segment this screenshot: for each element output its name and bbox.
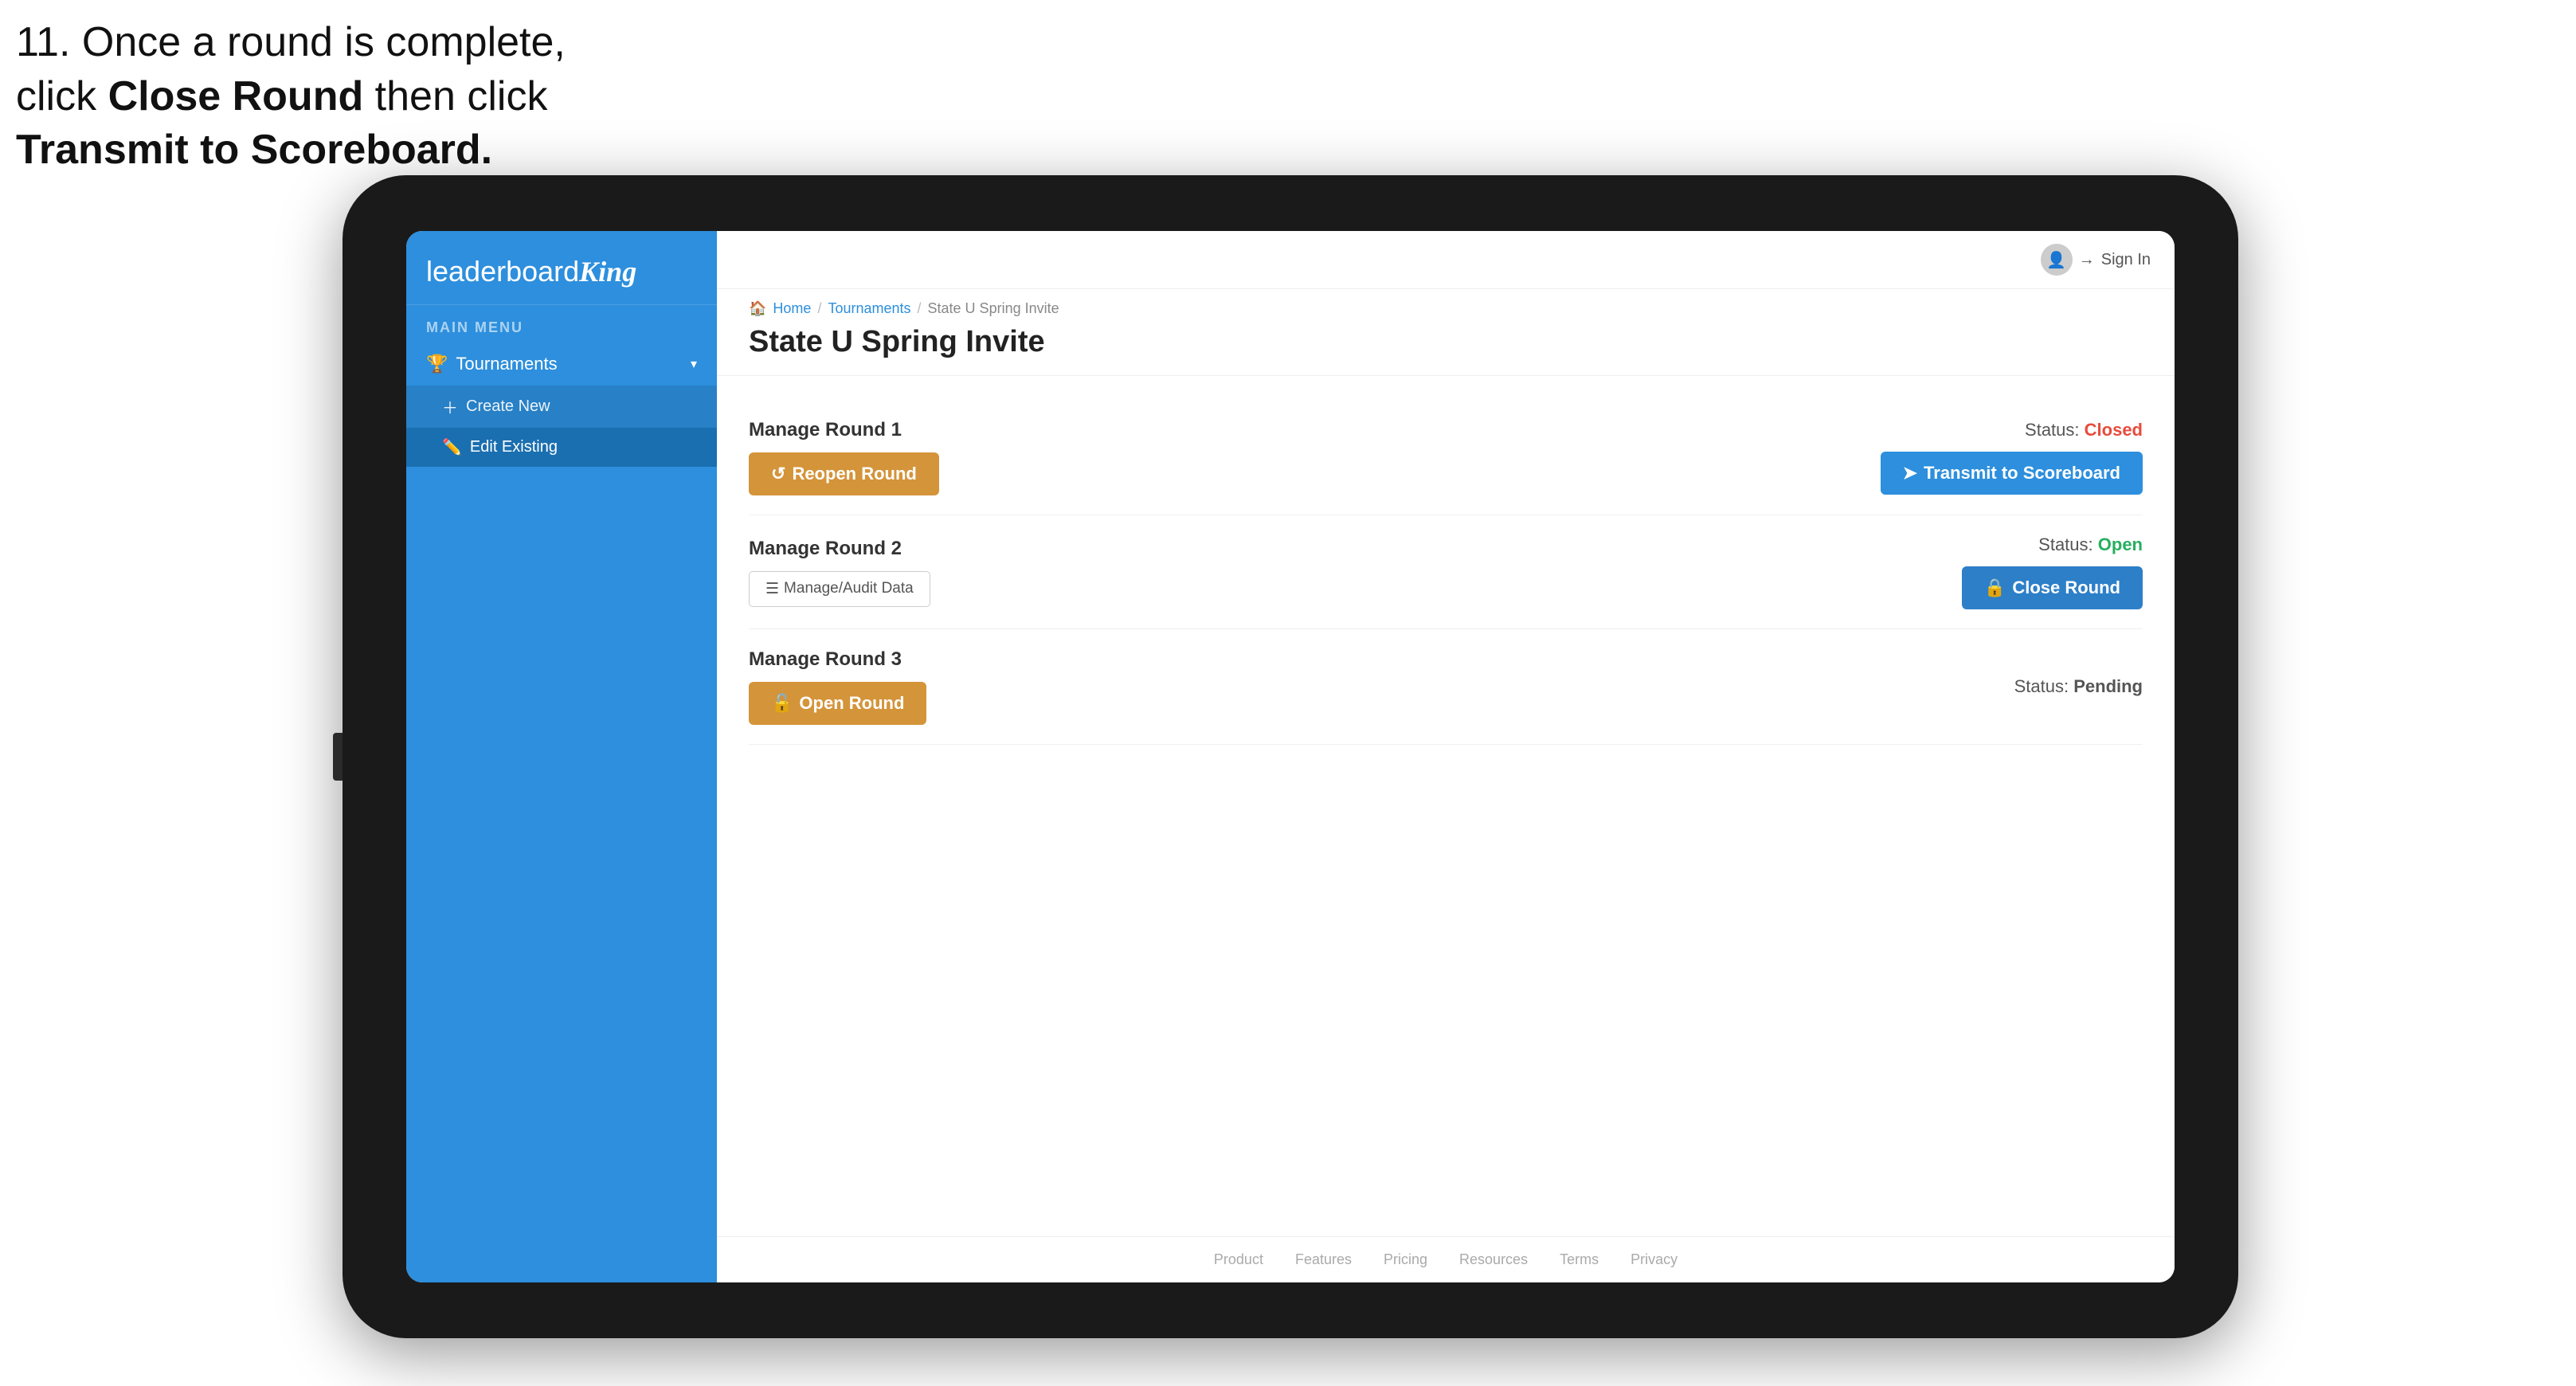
footer-pricing[interactable]: Pricing xyxy=(1384,1251,1427,1268)
breadcrumb-current: State U Spring Invite xyxy=(928,300,1059,317)
breadcrumb-sep1: / xyxy=(817,300,821,317)
footer-terms[interactable]: Terms xyxy=(1560,1251,1599,1268)
breadcrumb-tournaments[interactable]: Tournaments xyxy=(828,300,910,317)
tablet-screen: leaderboardKing MAIN MENU 🏆 Tournaments … xyxy=(406,231,2175,1282)
round-3-right: Status: Pending xyxy=(2014,676,2143,697)
round-2-left: Manage Round 2 ☰ Manage/Audit Data xyxy=(749,538,930,607)
footer-product[interactable]: Product xyxy=(1214,1251,1263,1268)
menu-label: MAIN MENU xyxy=(406,305,717,343)
round-1-title: Manage Round 1 xyxy=(749,419,939,441)
status-closed-badge: Closed xyxy=(2085,420,2143,440)
logo: leaderboardKing xyxy=(406,231,717,305)
sidebar-item-edit-existing[interactable]: ✏️ Edit Existing xyxy=(406,428,717,467)
status-open-badge: Open xyxy=(2098,534,2143,554)
round-3-status: Status: Pending xyxy=(2014,676,2143,697)
reopen-icon: ↺ xyxy=(771,464,785,484)
sidebar-item-create-new[interactable]: ＋ Create New xyxy=(406,386,717,428)
manage-audit-data-button[interactable]: ☰ Manage/Audit Data xyxy=(749,571,930,607)
breadcrumb-sep2: / xyxy=(918,300,922,317)
logo-prefix: leaderboard xyxy=(426,255,579,288)
footer-resources[interactable]: Resources xyxy=(1459,1251,1528,1268)
tablet-side-button xyxy=(333,733,343,781)
round-2-right: Status: Open 🔒 Close Round xyxy=(1962,534,2143,609)
rounds-section: Manage Round 1 ↺ Reopen Round Status: Cl… xyxy=(717,376,2175,1236)
tournaments-label: Tournaments xyxy=(456,354,557,374)
round-row-2: Manage Round 2 ☰ Manage/Audit Data Statu… xyxy=(749,515,2143,629)
edit-icon: ✏️ xyxy=(442,437,462,457)
sign-in-arrow-icon: → xyxy=(2079,251,2095,269)
round-3-title: Manage Round 3 xyxy=(749,648,926,671)
sidebar-submenu: ＋ Create New ✏️ Edit Existing xyxy=(406,386,717,467)
audit-icon: ☰ xyxy=(765,580,779,598)
open-round-button[interactable]: 🔓 Open Round xyxy=(749,682,926,725)
close-round-button[interactable]: 🔒 Close Round xyxy=(1962,566,2143,609)
chevron-down-icon: ▾ xyxy=(691,356,697,372)
edit-existing-label: Edit Existing xyxy=(470,438,558,456)
reopen-round-button[interactable]: ↺ Reopen Round xyxy=(749,452,939,495)
sign-in-button[interactable]: 👤 → Sign In xyxy=(2041,244,2151,276)
footer-features[interactable]: Features xyxy=(1295,1251,1352,1268)
breadcrumb: 🏠 Home / Tournaments / State U Spring In… xyxy=(717,289,2175,317)
breadcrumb-icon: 🏠 xyxy=(749,300,766,317)
round-row-1: Manage Round 1 ↺ Reopen Round Status: Cl… xyxy=(749,400,2143,515)
transmit-highlight: Transmit to Scoreboard. xyxy=(16,127,492,173)
transmit-icon: ➤ xyxy=(1903,463,1917,484)
status-pending-badge: Pending xyxy=(2073,676,2143,696)
create-new-label: Create New xyxy=(466,397,550,416)
sidebar-item-tournaments[interactable]: 🏆 Tournaments ▾ xyxy=(406,343,717,386)
logo-brand: King xyxy=(579,256,636,288)
round-2-title: Manage Round 2 xyxy=(749,538,930,560)
breadcrumb-home[interactable]: Home xyxy=(773,300,811,317)
transmit-to-scoreboard-button[interactable]: ➤ Transmit to Scoreboard xyxy=(1881,452,2143,495)
round-1-status: Status: Closed xyxy=(2025,420,2143,440)
round-1-left: Manage Round 1 ↺ Reopen Round xyxy=(749,419,939,495)
avatar: 👤 xyxy=(2041,244,2073,276)
round-3-left: Manage Round 3 🔓 Open Round xyxy=(749,648,926,725)
sidebar: leaderboardKing MAIN MENU 🏆 Tournaments … xyxy=(406,231,717,1282)
footer-privacy[interactable]: Privacy xyxy=(1631,1251,1678,1268)
open-icon: 🔓 xyxy=(771,693,793,714)
trophy-icon: 🏆 xyxy=(426,354,448,374)
plus-icon: ＋ xyxy=(442,395,458,418)
top-header: 👤 → Sign In xyxy=(717,231,2175,289)
lock-icon: 🔒 xyxy=(1984,578,2006,598)
round-2-status: Status: Open xyxy=(2038,534,2143,555)
page-title: State U Spring Invite xyxy=(717,317,2175,376)
sign-in-label: Sign In xyxy=(2101,251,2151,269)
instruction-text: 11. Once a round is complete, click Clos… xyxy=(16,16,566,178)
round-row-3: Manage Round 3 🔓 Open Round Status: Pend… xyxy=(749,629,2143,745)
main-content: 👤 → Sign In 🏠 Home / Tournaments / State… xyxy=(717,231,2175,1282)
tablet-device: leaderboardKing MAIN MENU 🏆 Tournaments … xyxy=(343,175,2238,1338)
round-1-right: Status: Closed ➤ Transmit to Scoreboard xyxy=(1881,420,2143,495)
app-footer: Product Features Pricing Resources Terms… xyxy=(717,1236,2175,1282)
